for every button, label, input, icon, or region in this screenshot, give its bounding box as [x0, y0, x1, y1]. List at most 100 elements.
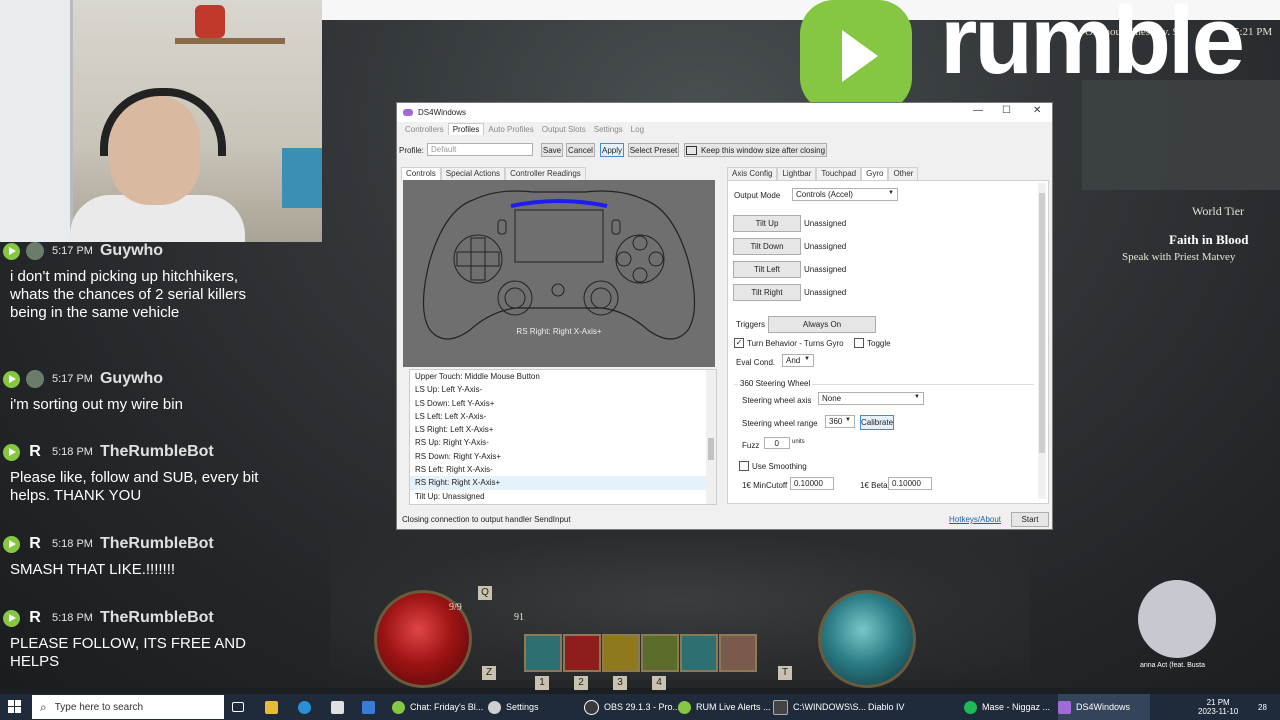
controller-image[interactable]: RS Right: Right X-Axis+ [403, 180, 715, 367]
beta-input[interactable]: 0.10000 [888, 477, 932, 490]
turn-behavior-checkbox[interactable]: ✓ [734, 338, 744, 348]
skill-slot-2[interactable] [563, 634, 601, 672]
taskbar-item-chat[interactable]: Chat: Friday's Bl... [392, 694, 483, 720]
ds4windows-window[interactable]: DS4Windows — ☐ ✕ Controllers Profiles Au… [396, 102, 1053, 530]
tab-auto-profiles[interactable]: Auto Profiles [484, 124, 537, 135]
cancel-button[interactable]: Cancel [566, 143, 595, 157]
taskbar-item-spotify[interactable]: Mase - Niggaz ... [964, 694, 1050, 720]
maximize-icon[interactable]: ☐ [1002, 105, 1011, 116]
close-icon[interactable]: ✕ [1033, 105, 1041, 116]
taskbar-clock[interactable]: 21 PM 2023-11-10 [1198, 694, 1238, 720]
tab-axis-config[interactable]: Axis Config [727, 167, 778, 180]
skill-slot-3[interactable] [602, 634, 640, 672]
edge-icon[interactable] [298, 694, 316, 720]
obs-icon [584, 699, 599, 715]
list-item[interactable]: LS Up: Left Y-Axis- [410, 383, 716, 396]
steer-axis-select[interactable]: None ▼ [818, 392, 924, 405]
terminal-icon [773, 699, 788, 715]
save-button[interactable]: Save [541, 143, 563, 157]
fuzz-input[interactable]: 0 [764, 437, 790, 449]
windows-start-icon[interactable] [8, 700, 22, 714]
taskbar-search-box[interactable]: ⌕ Type here to search [32, 695, 224, 719]
calibrate-button[interactable]: Calibrate [860, 415, 894, 430]
tab-special-actions[interactable]: Special Actions [440, 167, 506, 180]
list-item[interactable]: Upper Touch: Middle Mouse Button [410, 370, 716, 383]
key-label: 1 [535, 676, 549, 690]
tilt-up-button[interactable]: Tilt Up [733, 215, 801, 232]
taskbar-item-ds4windows[interactable]: DS4Windows [1058, 694, 1151, 720]
list-item[interactable]: Tilt Up: Unassigned [410, 490, 716, 503]
key-label: 3 [613, 676, 627, 690]
list-item[interactable]: LS Down: Left Y-Axis+ [410, 397, 716, 410]
list-scrollbar[interactable] [706, 370, 716, 504]
list-item[interactable]: RS Left: Right X-Axis- [410, 463, 716, 476]
mincutoff-input[interactable]: 0.10000 [790, 477, 834, 490]
settings-scrollbar[interactable] [1038, 183, 1046, 499]
tab-settings[interactable]: Settings [590, 124, 627, 135]
tilt-left-button[interactable]: Tilt Left [733, 261, 801, 278]
tab-profiles[interactable]: Profiles [447, 123, 485, 135]
profile-name-input[interactable]: Default [427, 143, 533, 156]
taskbar-item-settings[interactable]: Settings [488, 694, 539, 720]
taskbar-item-cmd[interactable]: C:\WINDOWS\S... [773, 694, 866, 720]
rumble-icon [3, 242, 20, 260]
start-button[interactable]: Start [1011, 512, 1049, 527]
tab-controller-readings[interactable]: Controller Readings [505, 167, 586, 180]
steer-range-value: 360 [829, 417, 843, 426]
taskbar-item-rum-alerts[interactable]: RUM Live Alerts ... [678, 694, 771, 720]
tab-touchpad[interactable]: Touchpad [816, 167, 862, 180]
scroll-thumb[interactable] [708, 438, 714, 460]
notification-icon[interactable]: 28 [1258, 694, 1267, 720]
title-bar[interactable]: DS4Windows — ☐ ✕ [397, 103, 1052, 122]
chat-time: 5:17 PM [52, 373, 93, 385]
store-icon[interactable] [331, 694, 349, 720]
taskbar-item-obs[interactable]: OBS 29.1.3 - Pro... [584, 694, 680, 720]
triggers-button[interactable]: Always On [768, 316, 876, 333]
hotkeys-link[interactable]: Hotkeys/About [949, 515, 1001, 524]
list-item[interactable]: RS Up: Right Y-Axis- [410, 436, 716, 449]
task-view-icon[interactable] [232, 694, 249, 720]
list-item[interactable]: LS Left: Left X-Axis- [410, 410, 716, 423]
tab-output-slots[interactable]: Output Slots [538, 124, 590, 135]
steer-range-select[interactable]: 360 ▼ [825, 415, 855, 428]
keep-size-button[interactable]: Keep this window size after closing [684, 143, 827, 157]
gamepad-icon [403, 109, 413, 116]
use-smoothing-checkbox[interactable] [739, 461, 749, 471]
list-item[interactable]: RS Down: Right Y-Axis+ [410, 450, 716, 463]
tilt-down-button[interactable]: Tilt Down [733, 238, 801, 255]
eval-select[interactable]: And ▼ [782, 354, 814, 367]
tab-controllers[interactable]: Controllers [401, 124, 448, 135]
minimize-icon[interactable]: — [973, 105, 983, 116]
tab-other[interactable]: Other [888, 167, 919, 180]
tab-controls[interactable]: Controls [401, 167, 441, 180]
skill-slot-5[interactable] [680, 634, 718, 672]
triggers-label: Triggers [736, 320, 766, 329]
right-panel: Axis Config Lightbar Touchpad Gyro Other… [727, 167, 1049, 505]
list-item[interactable]: LS Right: Left X-Axis+ [410, 423, 716, 436]
skill-slot-1[interactable] [524, 634, 562, 672]
apply-button[interactable]: Apply [600, 143, 624, 157]
output-mode-select[interactable]: Controls (Accel) ▼ [792, 188, 898, 201]
tilt-right-button[interactable]: Tilt Right [733, 284, 801, 301]
key-label: 2 [574, 676, 588, 690]
taskbar-item-diablo[interactable]: Diablo IV [868, 694, 905, 720]
tab-gyro[interactable]: Gyro [861, 167, 889, 180]
select-preset-button[interactable]: Select Preset [628, 143, 679, 157]
file-explorer-icon[interactable] [265, 694, 283, 720]
controller-view[interactable]: RS Right: Right X-Axis+ [403, 180, 715, 367]
taskbar-item-label: RUM Live Alerts ... [696, 702, 771, 712]
mapping-list[interactable]: Upper Touch: Middle Mouse Button LS Up: … [409, 369, 717, 505]
skill-slot-6[interactable] [719, 634, 757, 672]
list-item[interactable]: RS Right: Right X-Axis+ [410, 476, 716, 490]
skill-slot-4[interactable] [641, 634, 679, 672]
tab-log[interactable]: Log [627, 124, 648, 135]
eval-label: Eval Cond. [736, 358, 776, 367]
scroll-thumb[interactable] [1039, 193, 1045, 453]
tab-lightbar[interactable]: Lightbar [777, 167, 817, 180]
fuzz-label: Fuzz [742, 441, 760, 450]
left-panel: Controls Special Actions Controller Read… [401, 167, 717, 505]
toggle-checkbox[interactable] [854, 338, 864, 348]
main-tabs: Controllers Profiles Auto Profiles Outpu… [401, 122, 1052, 135]
mail-icon[interactable] [362, 694, 380, 720]
taskbar-item-label: OBS 29.1.3 - Pro... [604, 702, 681, 712]
